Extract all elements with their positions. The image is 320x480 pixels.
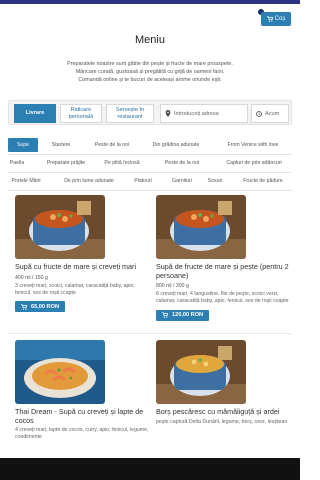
- divider: [8, 190, 292, 191]
- add-to-cart-button[interactable]: 120,00 RON: [156, 309, 210, 321]
- product-description: 8 creveți mari, 4 langustine, file de pe…: [156, 291, 289, 304]
- category-tab[interactable]: Peste de la noi: [156, 156, 208, 170]
- category-tab[interactable]: From Venice with love: [218, 138, 288, 152]
- category-tab[interactable]: Sosuri: [204, 174, 226, 188]
- category-tab[interactable]: Supe: [8, 138, 38, 152]
- dine-in-button[interactable]: Servește în restaurant: [106, 104, 154, 123]
- intro-line: Comandă online și te bucuri de aceleași …: [78, 77, 222, 83]
- cart-icon: [162, 312, 168, 318]
- address-placeholder: Introduceți adresa: [174, 110, 219, 117]
- category-tab[interactable]: Fructe de pădure: [234, 174, 292, 188]
- category-row: Portele Mării De prin lume adunate Plato…: [8, 174, 292, 188]
- divider: [8, 172, 292, 173]
- cart-label: Coș: [274, 16, 286, 22]
- category-tab[interactable]: Startere: [46, 138, 76, 152]
- category-tab[interactable]: Garnituri: [168, 174, 196, 188]
- divider: [8, 333, 292, 334]
- cart-button[interactable]: Coș: [261, 12, 291, 26]
- product-card[interactable]: Supă de fructe de mare și pește (pentru …: [156, 195, 291, 323]
- category-tab[interactable]: Portele Mării: [8, 174, 44, 188]
- delivery-button[interactable]: Livrare: [14, 104, 56, 123]
- intro-line: Mâncare curată, gustoasă și pregătită cu…: [75, 69, 225, 75]
- time-value: Acum: [265, 110, 280, 117]
- time-select[interactable]: Acum: [251, 104, 289, 123]
- product-quantity: 400 ml / 150 g: [15, 274, 48, 281]
- category-tab[interactable]: Capturi de prin adâncuri: [216, 156, 292, 170]
- product-image[interactable]: [15, 340, 105, 404]
- product-price: 65,00 RON: [31, 303, 59, 310]
- category-tab[interactable]: Paella: [8, 156, 26, 170]
- product-quantity: 800 ml / 300 g: [156, 283, 189, 289]
- product-name: Supă de fructe de mare și pește (pentru …: [156, 262, 289, 280]
- order-options-bar: Livrare Ridicare personală Servește în r…: [8, 100, 292, 125]
- divider: [8, 154, 292, 155]
- category-tab[interactable]: Din grădina adunate: [144, 138, 208, 152]
- product-description: 4 creveți mari, lapte de cocos, curry, a…: [15, 427, 149, 440]
- location-pin-icon: [165, 110, 171, 117]
- category-tab[interactable]: Preparate prăjite: [42, 156, 90, 170]
- intro-text: Preparatele noastre sunt gătite din peșt…: [40, 60, 260, 84]
- intro-line: Preparatele noastre sunt gătite din peșt…: [67, 61, 233, 67]
- clock-icon: [256, 110, 262, 117]
- page-title: Meniu: [135, 34, 165, 46]
- category-tab[interactable]: Platouri: [130, 174, 156, 188]
- category-row: Supe Startere Peste de la noi Din grădin…: [8, 138, 292, 152]
- cart-icon: [266, 16, 273, 22]
- product-name: Borș pescăresc cu mămăliguță și ardei: [156, 407, 280, 416]
- pickup-button[interactable]: Ridicare personală: [60, 104, 102, 123]
- product-image[interactable]: [156, 195, 246, 259]
- product-image[interactable]: [156, 340, 246, 404]
- product-name: Supă cu fructe de mare și creveți mari: [15, 262, 137, 271]
- category-tab[interactable]: Pe plită încinsă: [98, 156, 146, 170]
- bottom-band: [0, 458, 300, 480]
- product-price: 120,00 RON: [172, 312, 204, 318]
- category-row: Paella Preparate prăjite Pe plită încins…: [8, 156, 292, 170]
- address-input[interactable]: Introduceți adresa: [160, 104, 248, 123]
- product-card[interactable]: Borș pescăresc cu mămăliguță și ardei pe…: [156, 340, 291, 426]
- cart-icon: [21, 303, 27, 310]
- product-description: pește captură Delta Dunării, legume, bor…: [156, 418, 288, 425]
- product-image[interactable]: [15, 195, 105, 259]
- product-description: 3 creveți mari, scoici, calamar, caracat…: [15, 282, 135, 296]
- category-tab[interactable]: Peste de la noi: [86, 138, 138, 152]
- product-card[interactable]: Supă cu fructe de mare și creveți mari 4…: [15, 195, 150, 315]
- category-tab[interactable]: De prin lume adunate: [58, 174, 120, 188]
- product-name: Thai Dream - Supă cu creveți și lapte de…: [15, 407, 144, 425]
- product-card[interactable]: Thai Dream - Supă cu creveți și lapte de…: [15, 340, 150, 441]
- top-band: [0, 0, 300, 4]
- add-to-cart-button[interactable]: 65,00 RON: [15, 301, 65, 312]
